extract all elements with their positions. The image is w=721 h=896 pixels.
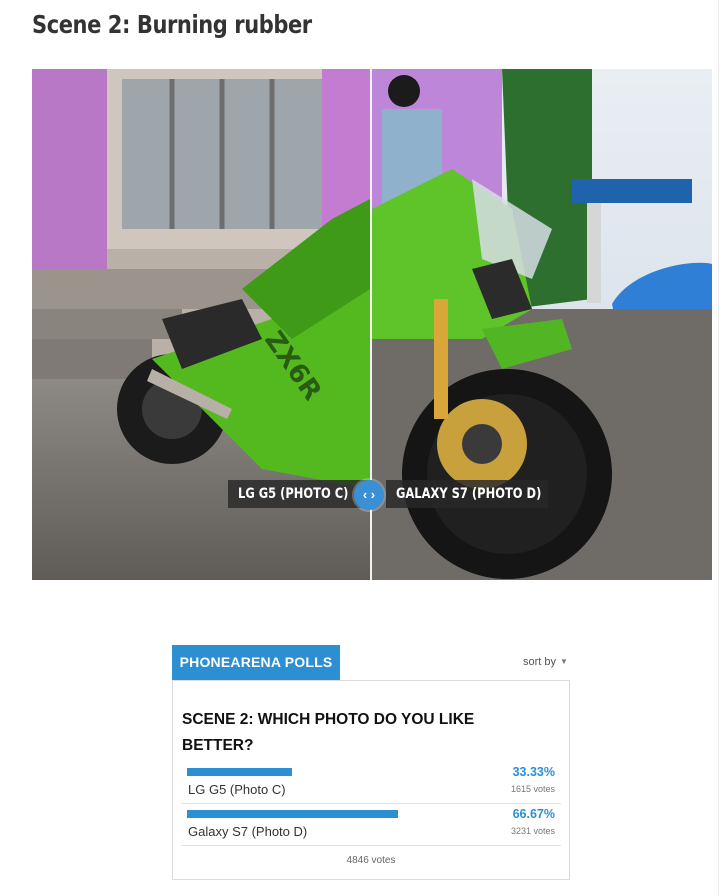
poll-tab: PHONEARENA POLLS xyxy=(172,645,340,680)
vote-share-bar xyxy=(187,768,292,776)
option-votes: 1615 votes xyxy=(510,784,555,794)
option-percent: 66.67% xyxy=(512,807,555,821)
poll-option[interactable]: LG G5 (Photo C) 33.33% 1615 votes xyxy=(187,765,555,808)
caret-down-icon: ▼ xyxy=(560,657,568,666)
right-photo-label: GALAXY S7 (PHOTO D) xyxy=(386,480,548,508)
total-votes: 4846 votes xyxy=(346,855,396,866)
left-right-arrows-icon[interactable]: ‹ › xyxy=(354,480,384,510)
option-percent: 33.33% xyxy=(512,765,555,779)
poll-option[interactable]: Galaxy S7 (Photo D) 66.67% 3231 votes xyxy=(187,807,555,850)
option-divider xyxy=(181,803,561,804)
option-label: Galaxy S7 (Photo D) xyxy=(188,824,308,839)
vote-share-bar xyxy=(187,810,398,818)
sort-by-label: sort by xyxy=(523,656,557,668)
scene-heading: Scene 2: Burning rubber xyxy=(32,10,312,39)
sort-by-dropdown[interactable]: sort by ▼ xyxy=(523,656,568,668)
option-label: LG G5 (Photo C) xyxy=(188,782,286,797)
page-edge-rule xyxy=(718,0,719,896)
option-votes: 3231 votes xyxy=(510,826,555,836)
left-photo-label: LG G5 (PHOTO C) xyxy=(228,480,372,508)
option-divider xyxy=(181,845,561,846)
poll-question: SCENE 2: WHICH PHOTO DO YOU LIKE BETTER? xyxy=(182,711,475,754)
